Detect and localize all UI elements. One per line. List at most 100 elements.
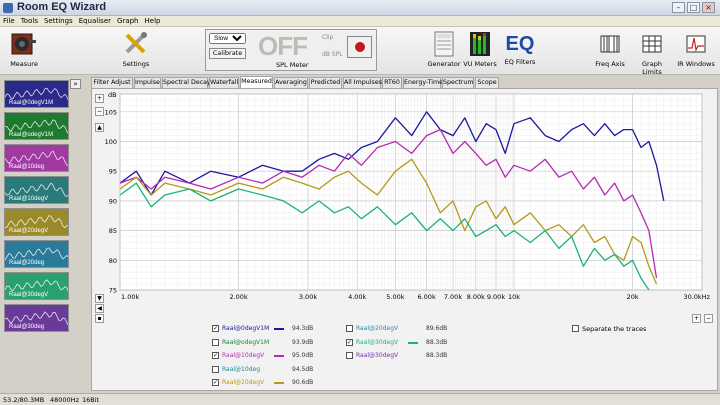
- spl-record-button[interactable]: [347, 36, 372, 58]
- legend-checkbox[interactable]: ✓: [212, 325, 219, 332]
- ir-windows-button[interactable]: IR Windows: [675, 30, 717, 68]
- x-zoom-out-button[interactable]: −: [704, 314, 713, 323]
- legend-checkbox[interactable]: [346, 325, 353, 332]
- legend-line: [274, 355, 284, 357]
- separate-traces-label: Separate the traces: [582, 325, 647, 333]
- ir-windows-label: IR Windows: [677, 60, 715, 68]
- eq-filters-button[interactable]: EQ EQ Filters: [500, 30, 540, 66]
- sample-rate: 48000Hz: [50, 396, 79, 404]
- measurement-thumbnail[interactable]: Raal@30deg: [4, 304, 69, 332]
- measurement-thumbnail[interactable]: Raal@10degV: [4, 176, 69, 204]
- y-scroll-up-button[interactable]: ▲: [95, 123, 104, 132]
- legend-line: [274, 328, 284, 330]
- x-tick-label: 5.00k: [386, 293, 404, 301]
- legend-value: 88.3dB: [426, 352, 448, 359]
- vu-meters-button[interactable]: VU Meters: [460, 30, 500, 68]
- tab-predicted[interactable]: Predicted: [309, 77, 342, 88]
- clip-indicator: Clip: [322, 34, 334, 41]
- measurement-label: Raal@10deg: [9, 164, 45, 170]
- legend-name: Raal@10deg: [222, 365, 261, 373]
- legend-panel: ✓ Raal@0degV1M 94.3dB Raal@odegV1M 93.9dB ✓ Ra…: [212, 324, 712, 386]
- tab-energy-time[interactable]: Energy-Time: [403, 77, 443, 88]
- legend-item[interactable]: ✓ Raal@0degV1M 94.3dB: [212, 324, 342, 334]
- measurement-thumbnail[interactable]: Raal@odegV1M: [4, 112, 69, 140]
- separate-traces-toggle[interactable]: Separate the traces: [572, 325, 646, 333]
- tools-icon: [125, 32, 147, 54]
- close-button[interactable]: ×: [702, 2, 715, 13]
- legend-checkbox[interactable]: ✓: [212, 352, 219, 359]
- measure-button[interactable]: Measure: [4, 30, 44, 68]
- separate-traces-checkbox[interactable]: [572, 325, 579, 332]
- measurement-thumbnail[interactable]: Raal@30degV: [4, 272, 69, 300]
- tab-all-impulses[interactable]: All Impulses: [343, 77, 382, 88]
- minimize-button[interactable]: –: [672, 2, 685, 13]
- measurement-label: Raal@20deg: [9, 260, 45, 266]
- measurement-thumbnail[interactable]: Raal@0degV1M: [4, 80, 69, 108]
- legend-name: Raal@30degV: [356, 352, 399, 359]
- tab-scope[interactable]: Scope: [475, 77, 499, 88]
- tab-averaging[interactable]: Averaging: [274, 77, 308, 88]
- tab-filter-adjust[interactable]: Filter Adjust: [91, 77, 133, 88]
- tab-spectral-decay[interactable]: Spectral Decay: [162, 77, 211, 88]
- spl-mode-select[interactable]: Slow: [209, 33, 246, 44]
- save-graph-icon[interactable]: ▪: [95, 314, 104, 323]
- x-scroll-left-button[interactable]: ◀: [95, 304, 104, 313]
- measurement-thumbnail[interactable]: Raal@10deg: [4, 144, 69, 172]
- legend-checkbox[interactable]: [212, 338, 219, 346]
- x-tick-label: 9.00k: [487, 293, 505, 301]
- menu-tools[interactable]: Tools: [18, 16, 41, 27]
- title-bar: Room EQ Wizard – □ ×: [0, 0, 720, 16]
- legend-item[interactable]: ✓ Raal@20degV 90.6dB: [212, 378, 342, 388]
- legend-checkbox[interactable]: [346, 352, 353, 359]
- zoom-fit-button[interactable]: +: [95, 94, 104, 103]
- tab-measured[interactable]: Measured: [240, 76, 273, 88]
- legend-checkbox[interactable]: ✓: [212, 379, 219, 386]
- legend-value: 93.9dB: [292, 338, 314, 346]
- x-tick-label: 7.00k: [444, 293, 462, 301]
- generator-label: Generator: [427, 60, 461, 68]
- legend-item[interactable]: ✓ Raal@30degV 88.3dB: [346, 338, 476, 348]
- legend-name: Raal@10degV: [222, 352, 265, 359]
- menu-bar: File Tools Settings Equaliser Graph Help: [0, 16, 720, 27]
- legend-item[interactable]: Raal@20degV 89.6dB: [346, 324, 476, 334]
- zoom-out-button[interactable]: −: [95, 107, 104, 116]
- freq-axis-button[interactable]: Freq Axis: [590, 30, 630, 68]
- graph-limits-icon: [642, 35, 662, 53]
- legend-item[interactable]: ✓ Raal@10degV 95.0dB: [212, 351, 342, 361]
- x-zoom-in-button[interactable]: +: [692, 314, 701, 323]
- legend-name: Raal@20degV: [222, 379, 265, 386]
- graph-limits-button[interactable]: Graph Limits: [632, 30, 672, 76]
- y-scroll-down-button[interactable]: ▼: [95, 294, 104, 303]
- menu-file[interactable]: File: [0, 16, 18, 27]
- menu-help[interactable]: Help: [142, 16, 164, 27]
- collapse-panel-button[interactable]: »: [70, 79, 81, 89]
- legend-name: Raal@20degV: [356, 325, 399, 332]
- frequency-response-chart[interactable]: 2.00k 3.00k 4.00k 5.00k 6.00k 7.00k 8.00k 9.00k…: [105, 93, 711, 304]
- legend-item[interactable]: Raal@10deg 94.5dB: [212, 365, 342, 375]
- tab-rt60[interactable]: RT60: [382, 77, 402, 88]
- memory-usage: 53.2/80.3MB: [3, 396, 45, 404]
- maximize-button[interactable]: □: [687, 2, 700, 13]
- legend-name: Raal@30degV: [356, 338, 399, 346]
- tab-impulse[interactable]: Impulse: [134, 77, 161, 88]
- menu-equaliser[interactable]: Equaliser: [76, 16, 114, 27]
- legend-item[interactable]: Raal@30degV 88.3dB: [346, 351, 476, 361]
- graph-limits-label: Graph Limits: [642, 60, 662, 76]
- measurement-thumbnail[interactable]: Raal@20degV: [4, 208, 69, 236]
- legend-name: Raal@odegV1M: [222, 338, 270, 346]
- measurements-panel: » Raal@0degV1M Raal@odegV1M Raal@10deg Raal…: [0, 76, 88, 392]
- menu-settings[interactable]: Settings: [41, 16, 76, 27]
- legend-checkbox[interactable]: ✓: [346, 338, 353, 346]
- tab-spectrum[interactable]: Spectrum: [442, 77, 474, 88]
- tab-waterfall[interactable]: Waterfall: [209, 77, 239, 88]
- measurement-label: Raal@30degV: [9, 292, 49, 298]
- menu-graph[interactable]: Graph: [114, 16, 141, 27]
- measurement-thumbnail[interactable]: Raal@20deg: [4, 240, 69, 268]
- freq-axis-label: Freq Axis: [595, 60, 625, 68]
- generator-button[interactable]: Generator: [424, 30, 464, 68]
- calibrate-button[interactable]: Calibrate: [209, 48, 246, 59]
- legend-checkbox[interactable]: [212, 365, 219, 373]
- legend-item[interactable]: Raal@odegV1M 93.9dB: [212, 338, 342, 348]
- spl-meter-caption: SPL Meter: [276, 61, 309, 69]
- settings-button[interactable]: Settings: [116, 30, 156, 68]
